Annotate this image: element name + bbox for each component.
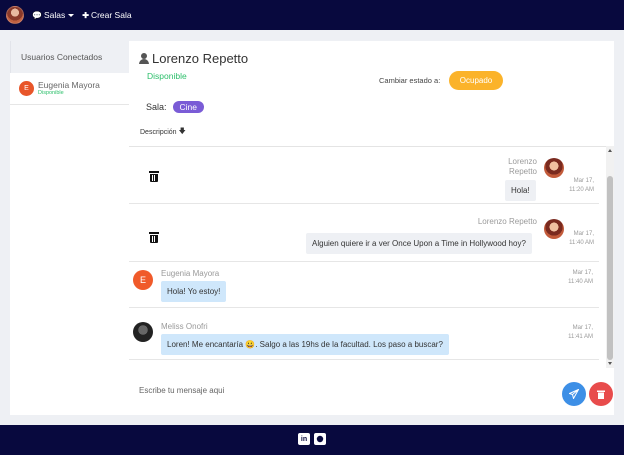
rooms-dropdown[interactable]: 💬 Salas <box>32 10 75 20</box>
message-time: Mar 17, 11:40 AM <box>569 231 594 246</box>
messages-scrollbar[interactable] <box>606 146 614 368</box>
connected-users-header: Usuarios Conectados <box>10 41 129 73</box>
person-icon <box>139 53 149 64</box>
top-navbar: 💬 Salas ✚ Crear Sala <box>0 0 624 30</box>
author-avatar <box>544 219 564 239</box>
chat-user-name: Lorenzo Repetto <box>152 51 249 66</box>
description-label: Descripción <box>140 129 177 136</box>
footer: in <box>0 425 624 455</box>
sidebar-user-item[interactable]: E Eugenia Mayora Disponible <box>10 73 129 105</box>
message-author: Eugenia Mayora <box>161 269 220 278</box>
scroll-up-icon[interactable] <box>608 149 612 152</box>
room-label: Sala: <box>146 102 167 112</box>
sidebar-user-status: Disponible <box>38 90 64 96</box>
create-room-label: Crear Sala <box>90 10 132 20</box>
description-toggle[interactable]: Descripción 🡇 <box>140 127 186 138</box>
author-avatar: E <box>133 270 153 290</box>
room-badge: Cine <box>172 101 204 113</box>
messages-list[interactable]: Lorenzo Repetto Hola! Mar 17, 11:20 AM L… <box>129 146 614 368</box>
delete-chat-button[interactable] <box>589 382 613 406</box>
rooms-label: Salas <box>43 10 66 20</box>
message-author: Lorenzo Repetto <box>477 217 537 226</box>
plus-icon: ✚ <box>82 10 89 20</box>
message-composer <box>129 371 614 415</box>
chat-bubbles-icon: 💬 <box>32 10 42 20</box>
change-status-button[interactable]: Ocupado <box>449 71 503 90</box>
arrow-down-icon: 🡇 <box>178 128 186 135</box>
change-status-label: Cambiar estado a: <box>379 76 441 85</box>
chat-user-status: Disponible <box>147 71 187 81</box>
message-bubble: Loren! Me encantaría 😀. Salgo a las 19hs… <box>161 334 449 355</box>
message-time: Mar 17, 11:41 AM <box>568 325 593 340</box>
message-bubble: Hola! Yo estoy! <box>161 281 227 302</box>
message-bubble: Hola! <box>505 180 536 201</box>
message-item: Lorenzo Repetto Hola! Mar 17, 11:20 AM <box>129 147 599 204</box>
message-bubble: Alguien quiere ir a ver Once Upon a Time… <box>306 233 532 254</box>
trash-icon <box>597 390 605 399</box>
author-avatar <box>133 322 153 342</box>
message-author: Lorenzo Repetto <box>508 157 537 176</box>
message-author: Meliss Onofri <box>161 322 208 331</box>
room-row: Sala: Cine <box>146 101 204 113</box>
paper-plane-icon <box>569 389 579 399</box>
create-room-link[interactable]: ✚ Crear Sala <box>82 10 131 20</box>
message-item: Meliss Onofri Loren! Me encantaría 😀. Sa… <box>129 308 599 360</box>
user-avatar[interactable] <box>6 6 24 24</box>
linkedin-icon[interactable]: in <box>298 433 310 445</box>
scroll-thumb[interactable] <box>607 176 613 360</box>
connected-users-panel: Usuarios Conectados E Eugenia Mayora Dis… <box>10 41 129 415</box>
delete-message-button[interactable] <box>149 171 159 182</box>
send-button[interactable] <box>562 382 586 406</box>
github-icon[interactable] <box>314 433 326 445</box>
message-time: Mar 17, 11:40 AM <box>568 270 593 285</box>
message-input[interactable] <box>139 381 549 399</box>
scroll-down-icon[interactable] <box>608 362 612 365</box>
message-item: E Eugenia Mayora Hola! Yo estoy! Mar 17,… <box>129 262 599 308</box>
user-initial-avatar: E <box>19 81 34 96</box>
message-time: Mar 17, 11:20 AM <box>569 178 594 193</box>
chat-panel: Lorenzo Repetto Disponible Cambiar estad… <box>129 41 614 415</box>
delete-message-button[interactable] <box>149 232 159 243</box>
chat-header: Lorenzo Repetto <box>139 51 248 66</box>
caret-down-icon <box>68 13 75 17</box>
sidebar-user-name: Eugenia Mayora <box>38 80 100 90</box>
message-item: Lorenzo Repetto Alguien quiere ir a ver … <box>129 204 599 262</box>
author-avatar <box>544 158 564 178</box>
